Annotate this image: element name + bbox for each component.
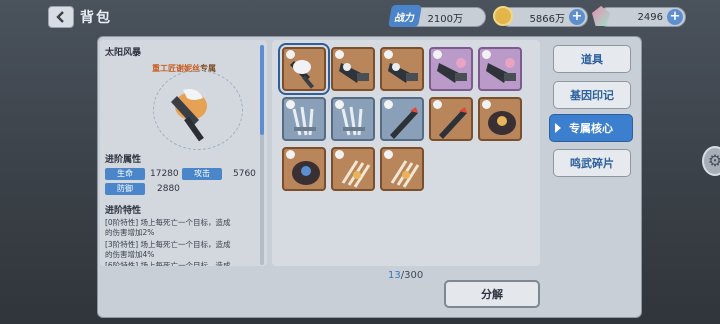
decompose-button[interactable]: 分解 xyxy=(444,280,540,308)
item-slot[interactable] xyxy=(478,47,522,91)
tab-gene-imprint[interactable]: 基因印记 xyxy=(553,81,631,109)
item-slot[interactable] xyxy=(380,97,424,141)
advance-attr-title: 进阶属性 xyxy=(105,155,142,165)
item-slot[interactable] xyxy=(278,43,330,95)
item-slot[interactable] xyxy=(331,97,375,141)
page-title: 背包 xyxy=(80,10,112,26)
gauntlet-icon xyxy=(339,63,369,83)
tab-weapon-fragments[interactable]: 鸣武碎片 xyxy=(553,149,631,177)
item-slot[interactable] xyxy=(282,97,326,141)
stat-value-atk: 5760 xyxy=(233,169,256,179)
coin-icon xyxy=(493,6,513,26)
trait-line: [3阶特性] 场上每死亡一个目标，造成 xyxy=(105,240,231,249)
item-slot[interactable] xyxy=(380,47,424,91)
claw-icon xyxy=(341,160,371,188)
item-slot[interactable] xyxy=(429,47,473,91)
power-value: 2100万 xyxy=(427,13,463,25)
item-slot[interactable] xyxy=(478,97,522,141)
axe-weapon-icon xyxy=(171,89,207,142)
item-slot[interactable] xyxy=(380,147,424,191)
coins-value: 5866万 xyxy=(529,13,565,25)
axe-icon xyxy=(290,60,315,89)
creature-icon xyxy=(488,111,516,135)
item-slot[interactable] xyxy=(429,97,473,141)
stat-label-hp: 生命 xyxy=(105,168,145,180)
count-total: /300 xyxy=(400,270,424,281)
tab-items[interactable]: 道具 xyxy=(553,45,631,73)
chevron-left-icon xyxy=(56,11,64,23)
gauntlet-icon xyxy=(388,63,418,83)
blades-icon xyxy=(341,106,365,136)
stat-label-def: 防御 xyxy=(105,183,145,195)
item-name: 太阳风暴 xyxy=(105,48,142,58)
gems-value: 2496 xyxy=(637,11,663,23)
trait-line: 的伤害增加4% xyxy=(105,250,155,259)
inventory-count: 13/300 xyxy=(388,270,423,281)
power-icon: 战力 xyxy=(388,5,422,27)
trait-line: 的伤害增加2% xyxy=(105,228,155,237)
advance-trait-title: 进阶特性 xyxy=(105,206,142,216)
add-coins-button[interactable]: + xyxy=(569,9,585,25)
stat-label-atk: 攻击 xyxy=(182,168,222,180)
item-slot[interactable] xyxy=(331,47,375,91)
add-gems-button[interactable]: + xyxy=(667,9,683,25)
detail-scroll-thumb[interactable] xyxy=(260,45,264,135)
stat-value-def: 2880 xyxy=(157,184,180,194)
gauntlet-icon xyxy=(486,58,516,83)
sword-icon xyxy=(439,107,467,139)
count-current: 13 xyxy=(388,270,401,281)
trait-line: [0阶特性] 场上每死亡一个目标，造成 xyxy=(105,218,231,227)
blades-icon xyxy=(292,106,316,136)
creature-icon xyxy=(292,161,320,185)
sword-icon xyxy=(390,107,418,139)
stat-value-hp: 17280 xyxy=(150,169,179,179)
claw-icon xyxy=(390,160,420,188)
trait-line: [6阶特性] 场上每死亡一个目标，造成 xyxy=(105,261,231,266)
item-slot[interactable] xyxy=(331,147,375,191)
tab-exclusive-core[interactable]: 专属核心 xyxy=(549,114,633,142)
gauntlet-icon xyxy=(437,58,467,83)
item-slot[interactable] xyxy=(282,147,326,191)
back-button[interactable] xyxy=(48,6,74,28)
